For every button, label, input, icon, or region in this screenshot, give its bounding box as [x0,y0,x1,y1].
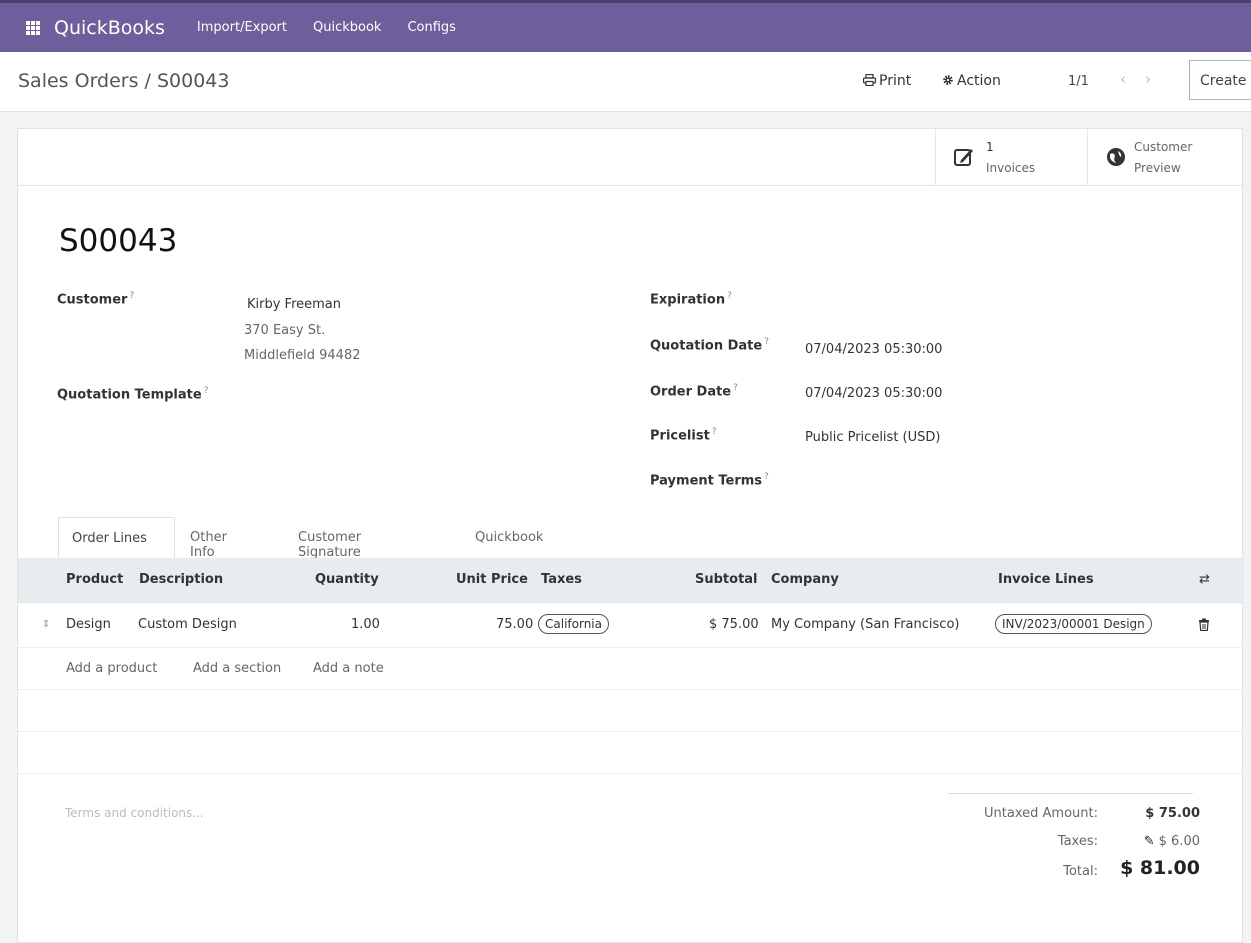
table-header: Product Description Quantity Unit Price … [18,558,1244,603]
order-date-label: Order Date? [650,383,738,400]
help-icon[interactable]: ? [764,337,769,347]
tab-other-info[interactable]: Other Info [190,517,227,560]
action-button[interactable]: Action [942,73,1001,89]
add-section-link[interactable]: Add a section [193,661,281,676]
printer-icon [863,73,877,87]
form-sheet: 1 Invoices Customer Preview S00043 Custo… [17,128,1244,943]
preview-label-line2: Preview [1134,161,1181,175]
globe-icon [1107,148,1125,166]
pricelist-value[interactable]: Public Pricelist (USD) [805,430,940,445]
menu-import-export[interactable]: Import/Export [197,20,287,35]
terms-conditions-input[interactable]: Terms and conditions... [65,806,204,820]
cell-quantity[interactable]: 1.00 [351,617,380,632]
order-date-value[interactable]: 07/04/2023 05:30:00 [805,386,942,401]
cell-product[interactable]: Design [66,617,111,632]
pager-next-button[interactable]: › [1145,70,1151,88]
menu-quickbook[interactable]: Quickbook [313,20,381,35]
smart-button-box: 1 Invoices Customer Preview [18,129,1244,186]
preview-label-line1: Customer [1134,140,1193,154]
help-icon[interactable]: ? [712,427,717,437]
order-name: S00043 [59,223,178,259]
pager-value[interactable]: 1/1 [1068,74,1089,89]
col-subtotal[interactable]: Subtotal [695,572,758,587]
customer-preview-button[interactable]: Customer Preview [1087,129,1244,186]
empty-row [18,732,1244,774]
untaxed-amount-value: $ 75.00 [1145,806,1200,821]
edit-icon [954,149,973,166]
customer-city: Middlefield 94482 [244,348,361,363]
invoice-line-tag[interactable]: INV/2023/00001 Design [995,614,1152,634]
add-product-link[interactable]: Add a product [66,661,157,676]
cell-unit-price[interactable]: 75.00 [496,617,533,632]
action-label: Action [957,73,1001,89]
create-button[interactable]: Create [1189,60,1251,100]
col-description[interactable]: Description [139,572,223,587]
col-invoice-lines[interactable]: Invoice Lines [998,572,1094,587]
col-taxes[interactable]: Taxes [541,572,582,587]
tab-quickbook[interactable]: Quickbook [475,517,543,559]
customer-label: Customer? [57,291,135,308]
col-quantity[interactable]: Quantity [315,572,379,587]
pencil-icon[interactable]: ✎ [1144,834,1155,849]
taxes-value: ✎ $ 6.00 [1108,834,1200,849]
gear-icon [943,75,953,85]
invoices-count: 1 [986,140,994,154]
print-label: Print [879,73,912,89]
invoices-smart-button[interactable]: 1 Invoices [935,129,1087,186]
customer-street: 370 Easy St. [244,323,326,338]
tab-order-lines[interactable]: Order Lines [58,517,175,559]
pricelist-label: Pricelist? [650,427,717,444]
breadcrumb[interactable]: Sales Orders / S00043 [18,70,230,92]
help-icon[interactable]: ? [764,472,769,482]
quotation-template-label: Quotation Template? [57,386,209,403]
menu-configs[interactable]: Configs [407,20,455,35]
tax-tag[interactable]: California [538,614,609,634]
taxes-label: Taxes: [1057,834,1098,849]
print-button[interactable]: Print [863,73,911,89]
cell-description[interactable]: Custom Design [138,617,237,632]
column-settings-icon[interactable]: ⇄ [1199,572,1210,587]
control-panel: Sales Orders / S00043 Print Action 1/1 ‹… [0,52,1251,112]
app-brand[interactable]: QuickBooks [54,17,165,39]
totals-divider [948,793,1193,794]
pager-previous-button[interactable]: ‹ [1120,70,1126,88]
untaxed-amount-label: Untaxed Amount: [984,806,1098,821]
expiration-label: Expiration? [650,291,732,308]
cell-company[interactable]: My Company (San Francisco) [771,617,959,632]
trash-icon[interactable] [1198,618,1210,631]
total-label: Total: [1063,864,1098,879]
quotation-date-label: Quotation Date? [650,337,769,354]
customer-name[interactable]: Kirby Freeman [247,297,341,312]
add-line-row: Add a product Add a section Add a note [18,648,1244,690]
quotation-date-value[interactable]: 07/04/2023 05:30:00 [805,342,942,357]
empty-row [18,690,1244,732]
total-value: $ 81.00 [1120,857,1200,879]
help-icon[interactable]: ? [733,383,738,393]
add-note-link[interactable]: Add a note [313,661,384,676]
top-navbar: QuickBooks Import/Export Quickbook Confi… [0,0,1251,52]
col-unit-price[interactable]: Unit Price [456,572,528,587]
invoices-label: Invoices [986,161,1036,175]
help-icon[interactable]: ? [727,291,732,301]
cell-subtotal: $ 75.00 [709,617,759,632]
help-icon[interactable]: ? [129,291,134,301]
help-icon[interactable]: ? [204,386,209,396]
table-row[interactable]: ⇕ Design Custom Design 1.00 75.00 Califo… [18,603,1244,648]
payment-terms-label: Payment Terms? [650,472,769,489]
apps-grid-icon[interactable] [26,20,40,35]
col-company[interactable]: Company [771,572,839,587]
taxes-amount: $ 6.00 [1158,834,1200,849]
col-product[interactable]: Product [66,572,123,587]
tab-customer-signature[interactable]: Customer Signature [298,517,361,560]
drag-handle-icon[interactable]: ⇕ [42,619,50,630]
